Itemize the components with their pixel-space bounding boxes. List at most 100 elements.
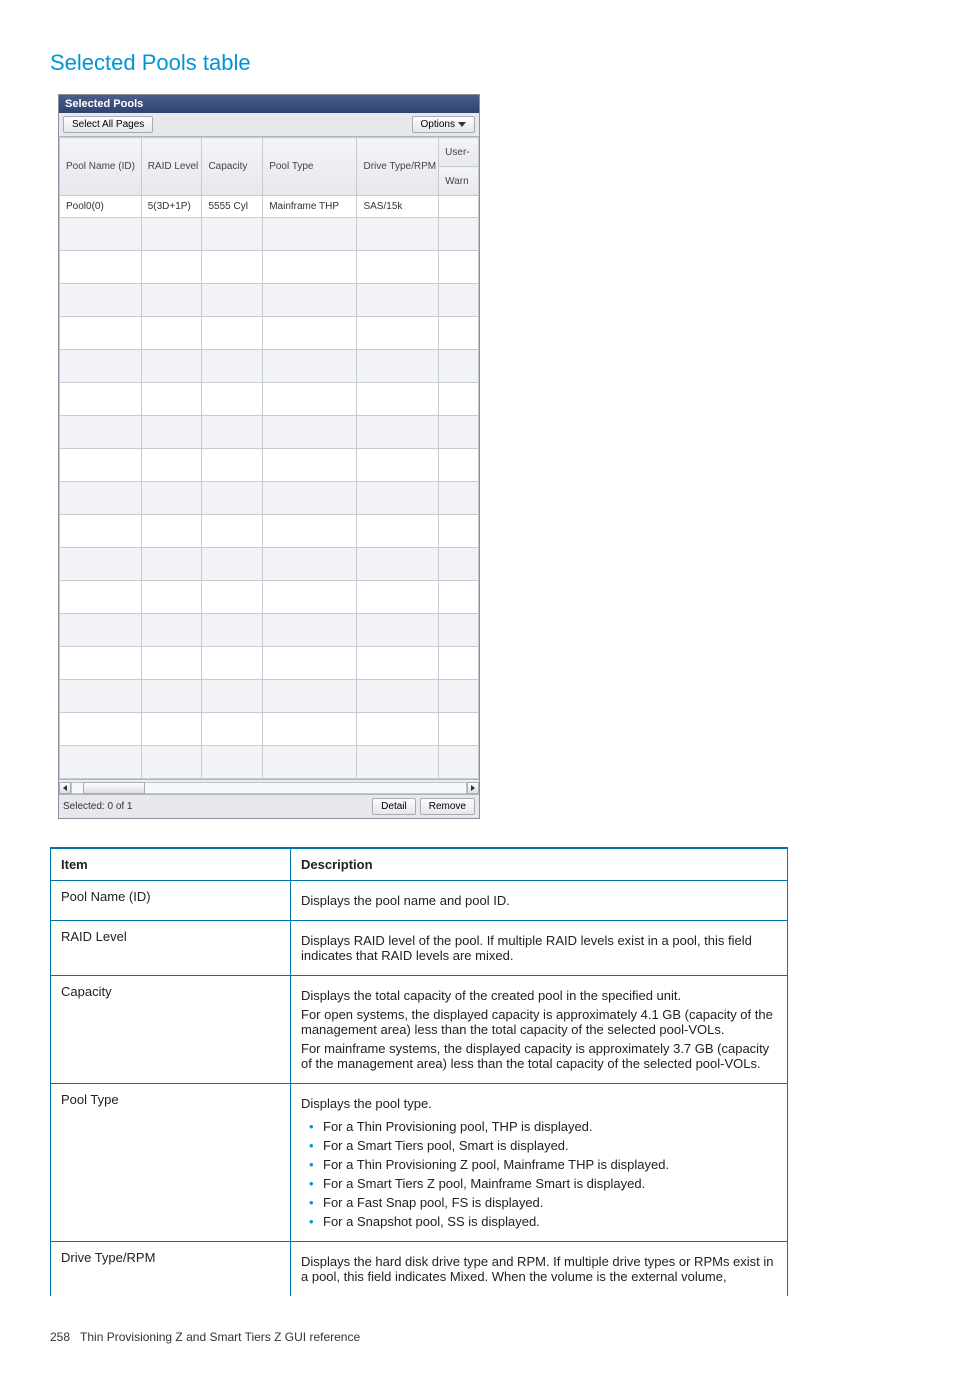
- page-number: 258: [50, 1330, 70, 1344]
- table-cell-empty: [141, 251, 202, 284]
- col-drive-type[interactable]: Drive Type/RPM: [357, 138, 439, 196]
- desc-paragraph: Displays the hard disk drive type and RP…: [301, 1254, 777, 1284]
- table-cell-empty: [357, 317, 439, 350]
- table-cell-empty: [60, 680, 142, 713]
- table-cell-empty: [357, 251, 439, 284]
- table-cell-empty: [60, 515, 142, 548]
- table-cell-empty: [60, 647, 142, 680]
- table-cell-empty: [202, 548, 263, 581]
- table-cell[interactable]: SAS/15k: [357, 196, 439, 218]
- table-cell-empty: [439, 482, 479, 515]
- table-cell-empty: [439, 317, 479, 350]
- table-cell-empty: [202, 680, 263, 713]
- col-user-top[interactable]: User-: [439, 138, 479, 167]
- desc-paragraph: For open systems, the displayed capacity…: [301, 1007, 777, 1037]
- options-button[interactable]: Options: [412, 116, 475, 133]
- table-cell-empty: [202, 482, 263, 515]
- col-pool-type[interactable]: Pool Type: [263, 138, 357, 196]
- table-cell-empty: [141, 383, 202, 416]
- table-cell-empty: [202, 218, 263, 251]
- col-raid-level[interactable]: RAID Level: [141, 138, 202, 196]
- table-cell[interactable]: [439, 196, 479, 218]
- table-cell-empty: [141, 548, 202, 581]
- selected-count: Selected: 0 of 1: [63, 801, 133, 812]
- desc-head-item: Item: [51, 848, 291, 881]
- desc-bullet: For a Thin Provisioning Z pool, Mainfram…: [323, 1155, 777, 1174]
- col-capacity[interactable]: Capacity: [202, 138, 263, 196]
- table-cell-empty: [60, 746, 142, 779]
- table-cell-empty: [202, 515, 263, 548]
- table-cell-empty: [357, 581, 439, 614]
- table-cell-empty: [202, 449, 263, 482]
- table-cell[interactable]: 5(3D+1P): [141, 196, 202, 218]
- options-label: Options: [421, 119, 455, 130]
- select-all-pages-button[interactable]: Select All Pages: [63, 116, 153, 133]
- table-cell-empty: [60, 317, 142, 350]
- desc-description: Displays the pool type.For a Thin Provis…: [291, 1084, 788, 1242]
- col-user-warn[interactable]: Warn: [439, 167, 479, 196]
- desc-bullet: For a Smart Tiers pool, Smart is display…: [323, 1136, 777, 1155]
- table-cell[interactable]: Pool0(0): [60, 196, 142, 218]
- table-cell-empty: [202, 383, 263, 416]
- table-cell-empty: [439, 284, 479, 317]
- table-cell-empty: [263, 647, 357, 680]
- table-cell-empty: [263, 284, 357, 317]
- horizontal-scrollbar[interactable]: [59, 779, 479, 794]
- desc-description: Displays the pool name and pool ID.: [291, 881, 788, 921]
- table-cell-empty: [60, 284, 142, 317]
- scroll-left-button[interactable]: [59, 782, 71, 794]
- table-cell-empty: [141, 581, 202, 614]
- detail-button[interactable]: Detail: [372, 798, 416, 815]
- table-cell-empty: [202, 647, 263, 680]
- table-cell-empty: [202, 251, 263, 284]
- desc-description: Displays the total capacity of the creat…: [291, 976, 788, 1084]
- table-cell-empty: [60, 581, 142, 614]
- table-cell-empty: [141, 416, 202, 449]
- table-cell-empty: [439, 614, 479, 647]
- panel-header: Selected Pools: [59, 95, 479, 113]
- table-cell-empty: [439, 515, 479, 548]
- table-cell-empty: [357, 284, 439, 317]
- table-cell-empty: [263, 548, 357, 581]
- table-cell-empty: [439, 449, 479, 482]
- table-cell-empty: [263, 383, 357, 416]
- table-cell-empty: [263, 515, 357, 548]
- table-cell[interactable]: Mainframe THP: [263, 196, 357, 218]
- table-cell-empty: [141, 614, 202, 647]
- table-cell-empty: [263, 350, 357, 383]
- desc-paragraph: Displays the total capacity of the creat…: [301, 988, 777, 1003]
- scroll-right-button[interactable]: [467, 782, 479, 794]
- table-cell[interactable]: 5555 Cyl: [202, 196, 263, 218]
- table-cell-empty: [263, 416, 357, 449]
- table-cell-empty: [357, 647, 439, 680]
- table-cell-empty: [439, 416, 479, 449]
- desc-paragraph: Displays RAID level of the pool. If mult…: [301, 933, 777, 963]
- table-cell-empty: [202, 317, 263, 350]
- desc-bullet: For a Snapshot pool, SS is displayed.: [323, 1212, 777, 1231]
- table-cell-empty: [60, 416, 142, 449]
- table-cell-empty: [263, 581, 357, 614]
- desc-description: Displays RAID level of the pool. If mult…: [291, 921, 788, 976]
- desc-item: RAID Level: [51, 921, 291, 976]
- table-cell-empty: [357, 713, 439, 746]
- page-title: Selected Pools table: [50, 50, 904, 76]
- table-cell-empty: [60, 713, 142, 746]
- table-cell-empty: [141, 350, 202, 383]
- remove-button[interactable]: Remove: [420, 798, 475, 815]
- table-cell-empty: [357, 383, 439, 416]
- table-cell-empty: [141, 746, 202, 779]
- desc-item: Pool Type: [51, 1084, 291, 1242]
- table-cell-empty: [60, 383, 142, 416]
- table-cell-empty: [439, 680, 479, 713]
- table-cell-empty: [357, 548, 439, 581]
- table-cell-empty: [141, 647, 202, 680]
- table-cell-empty: [263, 218, 357, 251]
- table-cell-empty: [439, 746, 479, 779]
- table-cell-empty: [202, 284, 263, 317]
- table-cell-empty: [439, 713, 479, 746]
- col-pool-name[interactable]: Pool Name (ID): [60, 138, 142, 196]
- table-cell-empty: [141, 284, 202, 317]
- table-cell-empty: [263, 680, 357, 713]
- scroll-thumb[interactable]: [83, 782, 145, 794]
- panel-footer: Selected: 0 of 1 Detail Remove: [59, 794, 479, 818]
